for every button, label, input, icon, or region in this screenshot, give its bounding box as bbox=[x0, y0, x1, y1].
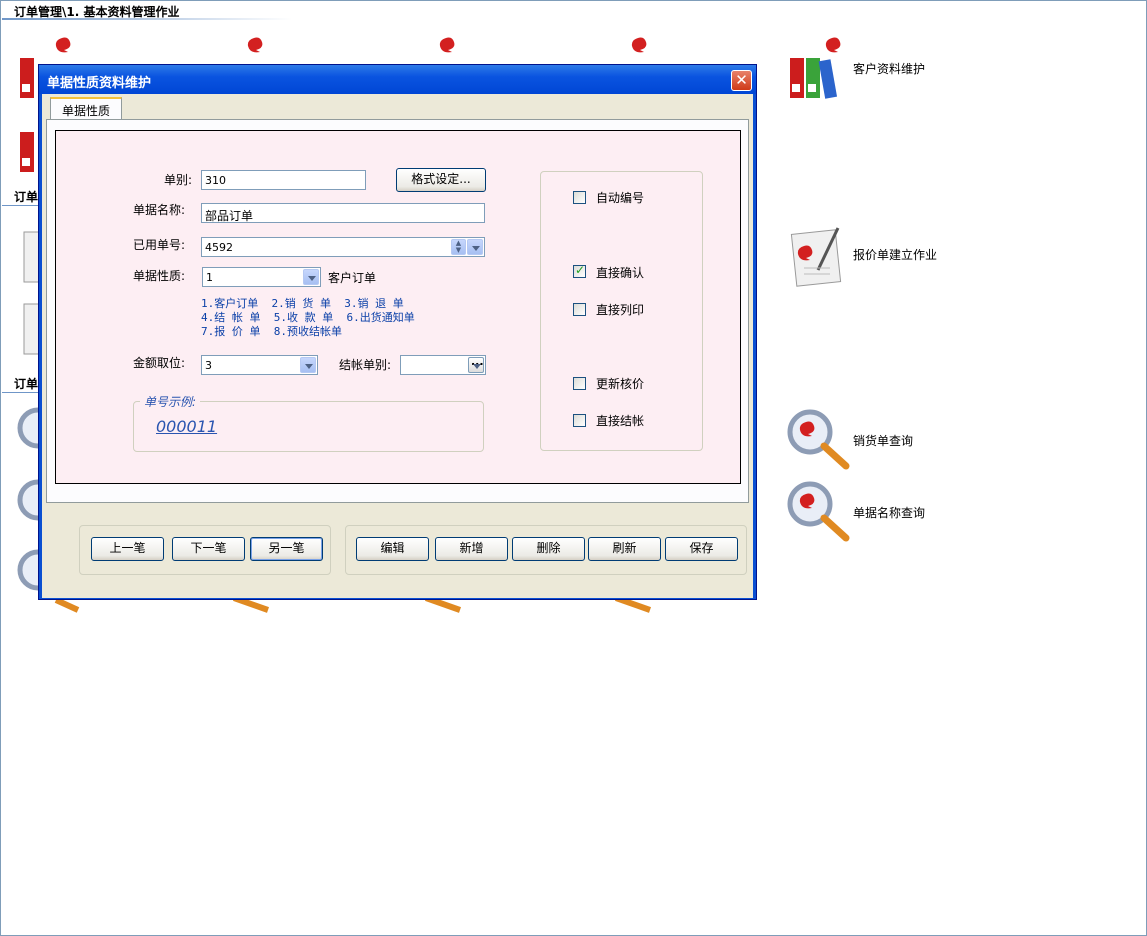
spin-up-down-icon[interactable]: ▲ ▼ bbox=[451, 239, 466, 255]
nature-options-line-2: 4.结 帐 单 5.收 款 单 6.出货通知单 bbox=[201, 311, 415, 324]
format-settings-button[interactable]: 格式设定... bbox=[396, 168, 486, 192]
direct-settle-label: 直接结帐 bbox=[596, 414, 645, 428]
doc-type-input[interactable]: 310 bbox=[201, 170, 366, 190]
magnifier-icon[interactable] bbox=[786, 480, 852, 544]
nature-options-line-1: 1.客户订单 2.销 货 单 3.销 退 单 bbox=[201, 297, 404, 310]
section-underline-2 bbox=[2, 205, 42, 206]
update-price-checkbox[interactable] bbox=[573, 377, 586, 390]
customer-maintenance-label[interactable]: 客户资料维护 bbox=[853, 60, 925, 77]
tab-page: 单别: 310 格式设定... 单据名称: 部品订单 已用单号: 4592 ▲ ▼… bbox=[46, 119, 749, 503]
magnifier-icon[interactable] bbox=[16, 406, 40, 456]
section-heading-3: 订单 bbox=[14, 377, 39, 391]
browse-button[interactable]: ... bbox=[468, 355, 484, 373]
chevron-down-icon[interactable] bbox=[300, 357, 316, 373]
doc-name-label: 单据名称: bbox=[132, 203, 185, 217]
delete-button[interactable]: 删除 bbox=[512, 537, 585, 561]
doc-nature-value: 1 bbox=[206, 271, 213, 284]
dialog-titlebar[interactable]: 单据性质资料维护 ✕ bbox=[39, 65, 756, 94]
doc-nature-text: 客户订单 bbox=[328, 271, 377, 285]
direct-print-label: 直接列印 bbox=[596, 303, 645, 317]
amount-precision-value: 3 bbox=[205, 359, 212, 372]
nature-options-line-3: 7.报 价 单 8.预收结帐单 bbox=[201, 325, 342, 338]
sales-query-label[interactable]: 销货单查询 bbox=[853, 432, 913, 449]
other-record-button[interactable]: 另一笔 bbox=[250, 537, 323, 561]
previous-record-button[interactable]: 上一笔 bbox=[91, 537, 164, 561]
used-number-spinner[interactable]: 4592 ▲ ▼ bbox=[201, 237, 485, 257]
chevron-down-icon[interactable] bbox=[467, 239, 483, 255]
auto-number-checkbox[interactable] bbox=[573, 191, 586, 204]
dialog-title: 单据性质资料维护 bbox=[47, 76, 152, 91]
amount-precision-label: 金额取位: bbox=[132, 356, 185, 370]
doc-nature-label: 单据性质: bbox=[132, 269, 185, 283]
refresh-button[interactable]: 刷新 bbox=[588, 537, 661, 561]
add-button[interactable]: 新增 bbox=[435, 537, 508, 561]
section-underline-3 bbox=[2, 392, 42, 393]
binders-icon[interactable] bbox=[788, 36, 852, 100]
dialog-client: 单据性质 单别: 310 格式设定... 单据名称: 部品订单 已用单号: 45… bbox=[42, 94, 753, 598]
number-example-label: 单号示例: bbox=[140, 393, 201, 410]
number-example-value: 000011 bbox=[156, 417, 218, 436]
breadcrumb-underline bbox=[2, 18, 292, 20]
binder-icon[interactable] bbox=[594, 36, 664, 66]
magnifier-icon[interactable] bbox=[16, 478, 40, 528]
amount-precision-select[interactable]: 3 bbox=[201, 355, 318, 375]
direct-print-checkbox[interactable] bbox=[573, 303, 586, 316]
section-heading-2: 订单 bbox=[14, 190, 39, 204]
document-pen-icon[interactable] bbox=[790, 224, 852, 288]
direct-confirm-label: 直接确认 bbox=[596, 266, 645, 280]
update-price-label: 更新核价 bbox=[596, 377, 645, 391]
save-button[interactable]: 保存 bbox=[665, 537, 738, 561]
tab-doc-nature[interactable]: 单据性质 bbox=[50, 97, 122, 120]
doc-name-query-label[interactable]: 单据名称查询 bbox=[853, 504, 925, 521]
doc-type-label: 单别: bbox=[163, 173, 192, 187]
binder-icon[interactable] bbox=[210, 36, 280, 66]
used-number-label: 已用单号: bbox=[132, 238, 185, 252]
settle-type-label: 结帐单别: bbox=[339, 358, 392, 372]
doc-name-input[interactable]: 部品订单 bbox=[201, 203, 485, 223]
doc-nature-dialog: 单据性质资料维护 ✕ 单据性质 单别: 310 格式设定... 单据名称: 部品… bbox=[38, 64, 757, 600]
direct-settle-checkbox[interactable] bbox=[573, 414, 586, 427]
chevron-down-icon[interactable] bbox=[303, 269, 319, 285]
close-icon[interactable]: ✕ bbox=[731, 70, 752, 91]
used-number-value: 4592 bbox=[205, 241, 233, 254]
next-record-button[interactable]: 下一笔 bbox=[172, 537, 245, 561]
quote-creation-label[interactable]: 报价单建立作业 bbox=[853, 246, 937, 263]
settle-type-input[interactable]: ... bbox=[400, 355, 486, 375]
edit-button[interactable]: 编辑 bbox=[356, 537, 429, 561]
form-panel: 单别: 310 格式设定... 单据名称: 部品订单 已用单号: 4592 ▲ ▼… bbox=[55, 130, 741, 484]
magnifier-icon[interactable] bbox=[786, 408, 852, 472]
auto-number-label: 自动编号 bbox=[596, 191, 645, 205]
direct-confirm-checkbox[interactable] bbox=[573, 263, 586, 278]
binder-icon[interactable] bbox=[402, 36, 472, 66]
doc-nature-select[interactable]: 1 bbox=[202, 267, 321, 287]
